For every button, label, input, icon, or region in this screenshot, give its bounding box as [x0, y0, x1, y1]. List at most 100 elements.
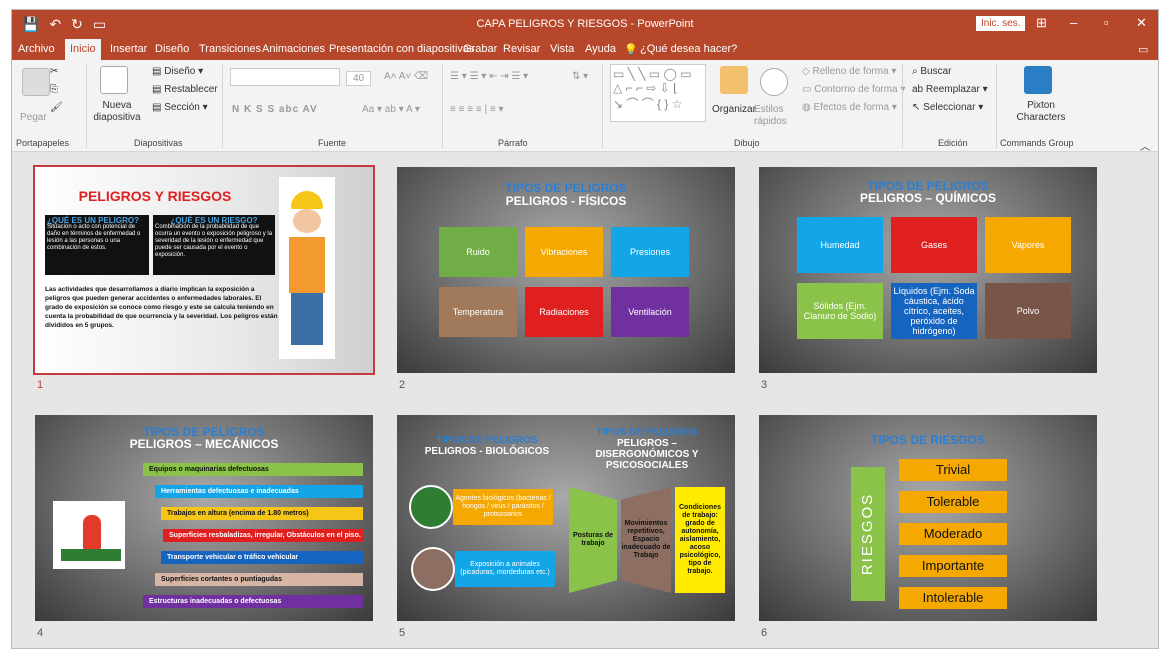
comments-icon[interactable]: ▭	[1138, 43, 1148, 56]
group-parrafo: Párrafo	[498, 138, 528, 148]
slide-2-box: Presiones	[611, 227, 689, 277]
slide-3-box: Sólidos (Ejm. Cianuro de Sodio)	[797, 283, 883, 339]
tab-presentacion[interactable]: Presentación con diapositivas	[329, 43, 475, 55]
slide-thumbnail-2[interactable]: TIPOS DE PELIGROS PELIGROS - FÍSICOS Rui…	[397, 167, 735, 373]
paste-button[interactable]: Pegar	[20, 112, 47, 123]
slide-5-ergo-box: Posturas de trabajo	[569, 487, 617, 593]
slide-5-title-2: TIPOS DE PELIGROS	[596, 427, 698, 438]
tab-animaciones[interactable]: Animaciones	[262, 43, 325, 55]
reset-button[interactable]: ▤ Restablecer	[152, 84, 218, 95]
grow-font-icon[interactable]: A˄ A˅ ⌫	[384, 71, 428, 82]
sign-in-button[interactable]: Inic. ses.	[976, 16, 1026, 31]
slide-4-item: Estructuras inadecuadas o defectuosas	[143, 595, 363, 608]
bullets-icon[interactable]: ☰ ▾ ☰ ▾ ⇤ ⇥ ☰ ▾	[450, 71, 528, 82]
tab-diseno[interactable]: Diseño	[155, 43, 189, 55]
slide-4-item: Transporte vehicular o tráfico vehicular	[161, 551, 363, 564]
slide-thumbnail-3[interactable]: TIPOS DE PELIGROS PELIGROS – QUÍMICOS Hu…	[759, 167, 1097, 373]
slide-1-body: Las actividades que desarrollamos a diar…	[45, 286, 278, 329]
quick-styles-button[interactable]: Estilos rápidos	[754, 104, 794, 128]
slide-5-subtitle-2: PELIGROS – DISERGONÓMICOS Y PSICOSOCIALE…	[595, 438, 699, 471]
slide-2-title: TIPOS DE PELIGROS	[505, 181, 627, 195]
group-commands: Commands Group	[1000, 138, 1074, 148]
paste-icon[interactable]	[22, 68, 50, 96]
slide-thumbnail-5[interactable]: TIPOS DE PELIGROS PELIGROS - BIOLÓGICOS …	[397, 415, 735, 621]
slide-5-subtitle-1: PELIGROS - BIOLÓGICOS	[424, 446, 550, 457]
slide-3-box: Líquidos (Ejm. Soda cáustica, ácido cítr…	[891, 283, 977, 339]
slide-number-6: 6	[761, 627, 768, 639]
slide-thumbnail-4[interactable]: TIPOS DE PELIGROS PELIGROS – MECÁNICOS E…	[35, 415, 373, 621]
slide-2-box: Radiaciones	[525, 287, 603, 337]
collapse-ribbon-icon[interactable]: ︿	[1140, 138, 1150, 153]
shape-outline-button[interactable]: ▭ Contorno de forma ▾	[802, 84, 905, 95]
section-button[interactable]: ▤ Sección ▾	[152, 102, 208, 113]
slide-5-ergo-box: Movimientos repetitivos, Espacio inadecu…	[621, 487, 671, 593]
tell-me-search[interactable]: ¿Qué desea hacer?	[640, 43, 737, 55]
slide-6-level: Moderado	[899, 523, 1007, 545]
arrange-button[interactable]: Organizar	[712, 104, 756, 115]
ribbon-display-icon[interactable]: ⊞	[1036, 15, 1047, 31]
slide-number-1: 1	[37, 379, 44, 391]
mechanic-illustration	[53, 501, 125, 569]
align-icons[interactable]: ≡ ≡ ≡ ≡ | ≡ ▾	[450, 104, 503, 115]
slide-5-ergo-box: Condiciones de trabajo: grado de autonom…	[675, 487, 725, 593]
tab-revisar[interactable]: Revisar	[503, 43, 540, 55]
slide-3-subtitle: PELIGROS – QUÍMICOS	[859, 191, 997, 205]
slide-1-riesgo-box: ¿QUÉ ES UN RIESGO? Combinación de la pro…	[153, 215, 275, 275]
slide-3-box: Polvo	[985, 283, 1071, 339]
copy-icon[interactable]: ⎘	[50, 84, 58, 95]
slide-4-item: Equipos o maquinarias defectuosas	[143, 463, 363, 476]
new-slide-button[interactable]: Nueva diapositiva	[92, 100, 142, 124]
animal-image	[411, 547, 455, 591]
pixton-button[interactable]: Pixton Characters	[1006, 100, 1076, 124]
close-icon[interactable]: ✕	[1136, 15, 1147, 31]
tab-transiciones[interactable]: Transiciones	[199, 43, 261, 55]
format-painter-icon[interactable]: 🖌	[50, 102, 63, 113]
slide-3-box: Vapores	[985, 217, 1071, 273]
quick-styles-icon[interactable]	[760, 68, 788, 96]
layout-button[interactable]: ▤ Diseño ▾	[152, 66, 203, 77]
group-edicion: Edición	[938, 138, 968, 148]
slide-thumbnail-6[interactable]: TIPOS DE RIESGOS RIESGOS Trivial Tolerab…	[759, 415, 1097, 621]
tab-vista[interactable]: Vista	[550, 43, 574, 55]
slide-sorter: PELIGROS Y RIESGOS ¿QUÉ ES UN PELIGRO? S…	[12, 152, 1158, 648]
slide-number-5: 5	[399, 627, 406, 639]
shape-fill-button[interactable]: ◇ Relleno de forma ▾	[802, 66, 896, 77]
slide-4-item: Trabajos en altura (encima de 1.80 metro…	[161, 507, 363, 520]
shape-effects-button[interactable]: ◍ Efectos de forma ▾	[802, 102, 897, 113]
slide-4-item: Superficies cortantes o puntiagudas	[155, 573, 363, 586]
new-slide-icon[interactable]	[100, 66, 128, 94]
slide-2-box: Ruido	[439, 227, 517, 277]
slide-2-box: Temperatura	[439, 287, 517, 337]
lightbulb-icon: 💡	[624, 44, 638, 56]
slide-3-box: Humedad	[797, 217, 883, 273]
tab-ayuda[interactable]: Ayuda	[585, 43, 616, 55]
arrange-icon[interactable]	[720, 66, 748, 94]
tab-insertar[interactable]: Insertar	[110, 43, 147, 55]
font-format-buttons[interactable]: N K S S abc AV	[232, 104, 318, 115]
minimize-icon[interactable]: –	[1070, 15, 1077, 30]
slide-1-peligro-box: ¿QUÉ ES UN PELIGRO? Situación o acto con…	[45, 215, 149, 275]
slide-4-item: Superficies resbaladizas, irregular, Obs…	[163, 529, 363, 542]
slide-5-bio-box: Agentes biológicos (bacterias / hongos /…	[453, 489, 553, 525]
slide-thumbnail-1[interactable]: PELIGROS Y RIESGOS ¿QUÉ ES UN PELIGRO? S…	[33, 165, 375, 375]
tab-grabar[interactable]: Grabar	[463, 43, 497, 55]
ribbon: Pegar ✂ ⎘ 🖌 Portapapeles Nueva diapositi…	[12, 60, 1158, 153]
find-button[interactable]: ⌕ Buscar	[912, 66, 952, 77]
font-color-icon[interactable]: Aa ▾ ab ▾ A ▾	[362, 104, 420, 115]
font-size-box[interactable]: 40	[346, 71, 372, 86]
tab-archivo[interactable]: Archivo	[18, 43, 55, 55]
slide-5-bio-box: Exposición a animales (picaduras, morded…	[455, 551, 555, 587]
tab-inicio[interactable]: Inicio	[65, 39, 101, 60]
text-direction-icon[interactable]: ⇅ ▾	[572, 71, 588, 82]
slide-1-title: PELIGROS Y RIESGOS	[78, 188, 232, 204]
replace-button[interactable]: ab Reemplazar ▾	[912, 84, 988, 95]
shapes-gallery[interactable]: ▭ ╲ ╲ ▭ ◯ ▭ △ ⌐ ⌐ ⇨ ⇩ ⌊ ↘ ⌒ ⌒ { } ☆	[610, 64, 706, 122]
slide-5-title-1: TIPOS DE PELIGROS	[436, 435, 538, 446]
cut-icon[interactable]: ✂	[50, 66, 58, 77]
slide-6-title: TIPOS DE RIESGOS	[870, 433, 986, 447]
maximize-icon[interactable]: ▫	[1104, 15, 1109, 30]
font-name-box[interactable]	[230, 68, 340, 86]
slide-number-4: 4	[37, 627, 44, 639]
select-button[interactable]: ↖ Seleccionar ▾	[912, 102, 983, 113]
pixton-icon[interactable]	[1024, 66, 1052, 94]
